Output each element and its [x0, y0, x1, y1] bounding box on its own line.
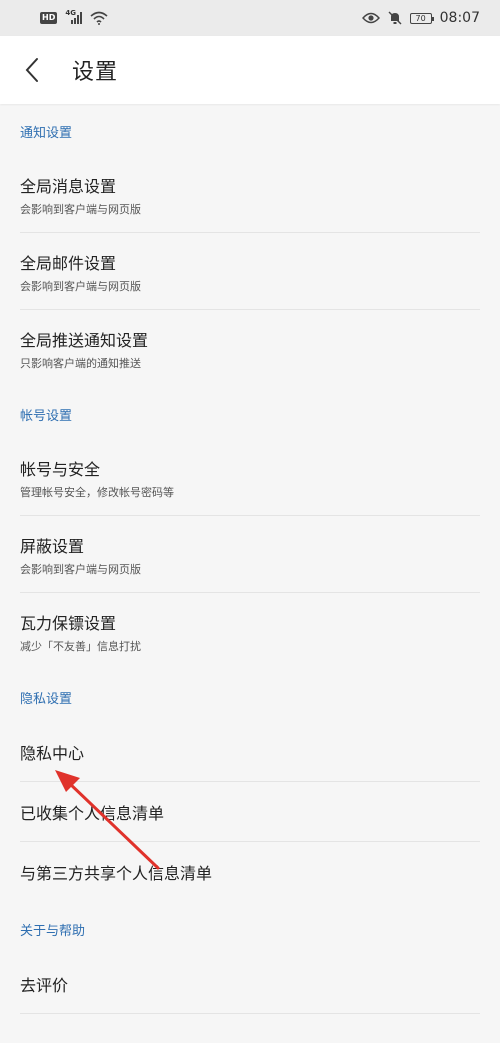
setting-item-subtitle: 会影响到客户端与网页版 [20, 562, 141, 576]
battery-icon: 70 [409, 12, 434, 24]
setting-item-title: 全局推送通知设置 [20, 330, 149, 350]
section-header-about: 关于与帮助 [20, 924, 86, 939]
back-button[interactable] [0, 36, 64, 104]
status-left: HD 4G [40, 9, 108, 25]
battery-level: 70 [415, 13, 426, 23]
setting-item-subtitle: 会影响到客户端与网页版 [20, 279, 141, 293]
setting-item-title: 已收集个人信息清单 [20, 804, 165, 823]
settings-list: 通知设置 全局消息设置 会影响到客户端与网页版 全局邮件设置 会影响到客户端与网… [0, 104, 500, 1014]
section-header-notification: 通知设置 [20, 126, 73, 141]
setting-item-title: 全局邮件设置 [20, 253, 117, 273]
setting-item-subtitle: 减少「不友善」信息打扰 [20, 639, 141, 653]
eye-icon [361, 12, 380, 24]
setting-item-title: 与第三方共享个人信息清单 [20, 864, 213, 883]
clock: 08:07 [439, 10, 480, 26]
page-title: 设置 [72, 60, 119, 85]
setting-item-subtitle: 会影响到客户端与网页版 [20, 202, 141, 216]
setting-item-subtitle: 管理帐号安全，修改帐号密码等 [20, 485, 174, 499]
setting-item-title: 屏蔽设置 [20, 536, 85, 556]
chevron-left-icon [25, 58, 38, 82]
setting-item-account-security[interactable]: 帐号与安全 管理帐号安全，修改帐号密码等 [0, 439, 500, 516]
setting-item-global-mail[interactable]: 全局邮件设置 会影响到客户端与网页版 [0, 233, 500, 310]
setting-item-collected-info[interactable]: 已收集个人信息清单 [0, 782, 500, 842]
setting-item-title: 瓦力保镖设置 [20, 613, 117, 633]
setting-item-subtitle: 只影响客户端的通知推送 [20, 356, 141, 370]
status-right: 70 08:07 [361, 10, 480, 26]
setting-item-title: 帐号与安全 [20, 459, 101, 479]
cellular-signal-icon: 4G [65, 9, 83, 24]
app-header: 设置 [0, 36, 500, 104]
section-header-account: 帐号设置 [20, 409, 73, 424]
setting-item-block[interactable]: 屏蔽设置 会影响到客户端与网页版 [0, 516, 500, 593]
status-bar: HD 4G 70 08:07 [0, 0, 500, 36]
setting-item-global-push[interactable]: 全局推送通知设置 只影响客户端的通知推送 [0, 310, 500, 387]
section-header-privacy: 隐私设置 [20, 692, 73, 707]
setting-item-wali-guard[interactable]: 瓦力保镖设置 减少「不友善」信息打扰 [0, 593, 500, 670]
setting-item-title: 全局消息设置 [20, 176, 117, 196]
network-type: 4G [65, 9, 76, 17]
setting-item-rate[interactable]: 去评价 [0, 954, 500, 1014]
setting-item-third-party-info[interactable]: 与第三方共享个人信息清单 [0, 842, 500, 902]
setting-item-title: 隐私中心 [20, 744, 85, 763]
hd-badge: HD [40, 12, 58, 24]
setting-item-title: 去评价 [20, 976, 69, 995]
mute-bell-icon [388, 11, 402, 25]
setting-item-global-message[interactable]: 全局消息设置 会影响到客户端与网页版 [0, 156, 500, 233]
setting-item-privacy-center[interactable]: 隐私中心 [0, 722, 500, 782]
wifi-icon [90, 11, 108, 25]
